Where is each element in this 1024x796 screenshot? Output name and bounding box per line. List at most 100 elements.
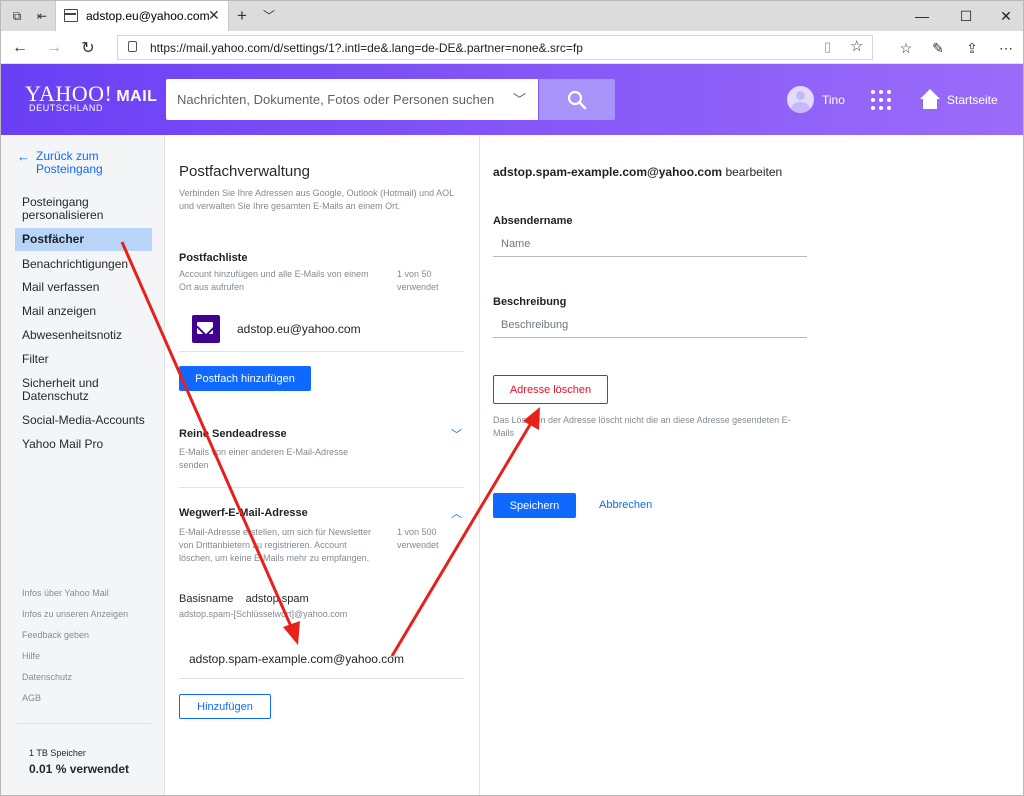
footer-link-help[interactable]: Hilfe [22, 651, 40, 661]
footer-link-privacy[interactable]: Datenschutz [22, 672, 72, 682]
share-icon[interactable]: ⇪ [961, 37, 983, 59]
divider [179, 487, 464, 488]
back-label: Zurück zum Posteingang [36, 149, 103, 176]
tab-close-icon[interactable]: ✕ [208, 7, 220, 24]
editor-title: adstop.spam-example.com@yahoo.com bearbe… [493, 165, 782, 179]
browser-window: ⧉ ⇤ adstop.eu@yahoo.com ✕ + ﹀ — ☐ ✕ ← → … [0, 0, 1024, 796]
lock-icon [128, 41, 137, 52]
refresh-icon[interactable]: ↻ [77, 37, 99, 59]
sidebar-item-vacation[interactable]: Abwesenheitsnotiz [22, 329, 152, 342]
cancel-button[interactable]: Abbrechen [599, 499, 652, 511]
settings-sidebar: ← Zurück zum Posteingang Posteingang per… [1, 135, 165, 795]
yahoo-mail-logo[interactable]: YAHOO! MAIL DEUTSCHLAND [25, 81, 158, 113]
sender-name-input[interactable] [493, 232, 807, 256]
description-label: Beschreibung [493, 296, 567, 308]
footer-link-about[interactable]: Infos über Yahoo Mail [22, 588, 109, 598]
maximize-icon[interactable]: ☐ [949, 1, 983, 31]
chevron-up-icon[interactable]: ︿ [451, 505, 462, 521]
add-address-button[interactable]: Hinzufügen [179, 694, 271, 719]
sidebar-item-security[interactable]: Sicherheit und Datenschutz [22, 377, 132, 403]
mailbox-account[interactable]: adstop.eu@yahoo.com [237, 322, 361, 336]
logo-mail: MAIL [116, 88, 158, 105]
sidebar-item-pro[interactable]: Yahoo Mail Pro [22, 438, 152, 451]
disposable-heading[interactable]: Wegwerf-E-Mail-Adresse [179, 507, 308, 519]
add-mailbox-button[interactable]: Postfach hinzufügen [179, 366, 311, 391]
storage-total: 1 TB Speicher [29, 748, 86, 758]
tab-bar: ⧉ ⇤ adstop.eu@yahoo.com ✕ + ﹀ — ☐ ✕ [1, 1, 1023, 31]
footer-link-terms[interactable]: AGB [22, 693, 41, 703]
new-tab-icon[interactable]: + [237, 6, 247, 26]
avatar[interactable] [787, 86, 814, 113]
arrow-left-icon: ← [17, 149, 30, 164]
description-input[interactable] [493, 313, 807, 337]
url-field[interactable]: https://mail.yahoo.com/d/settings/1?.int… [117, 35, 873, 60]
editor-title-suffix: bearbeiten [725, 165, 783, 179]
disposable-desc: E-Mail-Adresse erstellen, um sich für Ne… [179, 527, 372, 563]
more-icon[interactable]: ⋯ [995, 37, 1017, 59]
mail-header: YAHOO! MAIL DEUTSCHLAND Nachrichten, Doku… [1, 64, 1023, 135]
tab-favicon-icon [64, 9, 78, 22]
tab-preview-icon[interactable]: ⧉ [8, 7, 26, 25]
favorites-icon[interactable]: ☆ [895, 37, 917, 59]
minimize-icon[interactable]: — [905, 1, 939, 31]
search-button[interactable] [539, 79, 615, 120]
sidebar-item-notifications[interactable]: Benachrichtigungen [22, 258, 152, 271]
search-input[interactable]: Nachrichten, Dokumente, Fotos oder Perso… [166, 79, 538, 120]
mailbox-count: 1 von 50 verwendet [397, 269, 439, 292]
mailbox-management-panel: Postfachverwaltung Verbinden Sie Ihre Ad… [165, 135, 480, 795]
basename-pattern: adstop.spam-[Schlüsselwort]@yahoo.com [179, 609, 348, 619]
home-icon[interactable] [919, 88, 941, 110]
sidebar-divider [17, 723, 151, 724]
sender-name-field[interactable] [493, 232, 807, 257]
divider [179, 678, 464, 679]
logo-sub: DEUTSCHLAND [29, 103, 104, 113]
reading-view-icon[interactable]: ▯ [824, 39, 831, 55]
home-link[interactable]: Startseite [947, 93, 998, 107]
intro-text: Verbinden Sie Ihre Adressen aus Google, … [179, 188, 454, 211]
save-button[interactable]: Speichern [493, 493, 576, 518]
chevron-down-icon[interactable]: ﹀ [451, 426, 462, 442]
chevron-down-icon[interactable]: ﹀ [513, 89, 526, 108]
browser-tab[interactable]: adstop.eu@yahoo.com ✕ [55, 1, 229, 31]
user-name[interactable]: Tino [822, 93, 845, 107]
basename-value: adstop.spam [245, 593, 309, 605]
mailbox-list-heading: Postfachliste [179, 252, 248, 264]
forward-icon[interactable]: → [43, 37, 65, 59]
basename-row: Basisname adstop.spam [179, 593, 309, 605]
set-aside-tabs-icon[interactable]: ⇤ [33, 7, 51, 25]
url-text: https://mail.yahoo.com/d/settings/1?.int… [150, 41, 583, 55]
sidebar-item-mailboxes[interactable]: Postfächer [15, 228, 152, 251]
delete-note: Das Löschen der Adresse löscht nicht die… [493, 415, 791, 438]
basename-label: Basisname [179, 593, 234, 605]
divider [179, 351, 464, 352]
address-bar: ← → ↻ https://mail.yahoo.com/d/settings/… [1, 31, 1023, 64]
favorite-star-icon[interactable]: ☆ [850, 37, 863, 55]
sidebar-item-compose[interactable]: Mail verfassen [22, 281, 152, 294]
delete-address-button[interactable]: Adresse löschen [493, 375, 608, 404]
page-title: Postfachverwaltung [179, 163, 310, 180]
footer-link-feedback[interactable]: Feedback geben [22, 630, 89, 640]
back-icon[interactable]: ← [9, 37, 31, 59]
mailbox-envelope-icon [192, 315, 220, 343]
search-placeholder: Nachrichten, Dokumente, Fotos oder Perso… [177, 92, 495, 107]
search-icon [567, 90, 587, 109]
address-editor-panel: adstop.spam-example.com@yahoo.com bearbe… [480, 135, 1023, 795]
sender-name-label: Absendername [493, 215, 573, 227]
sidebar-item-personalize[interactable]: Posteingang personalisieren [22, 196, 152, 222]
tab-list-chevron-icon[interactable]: ﹀ [263, 7, 275, 24]
send-only-desc: E-Mails von einer anderen E-Mail-Adresse… [179, 447, 349, 470]
editor-address: adstop.spam-example.com@yahoo.com [493, 165, 723, 179]
pen-icon[interactable]: ✎ [927, 37, 949, 59]
description-field[interactable] [493, 313, 807, 338]
send-only-heading[interactable]: Reine Sendeadresse [179, 428, 287, 440]
disposable-address[interactable]: adstop.spam-example.com@yahoo.com [189, 652, 404, 666]
sidebar-item-social[interactable]: Social-Media-Accounts [22, 414, 152, 427]
close-icon[interactable]: ✕ [989, 1, 1023, 31]
sidebar-item-filters[interactable]: Filter [22, 353, 152, 366]
footer-link-ads[interactable]: Infos zu unseren Anzeigen [22, 609, 128, 619]
mailbox-list-desc: Account hinzufügen und alle E-Mails von … [179, 269, 369, 292]
disposable-count: 1 von 500 verwendet [397, 527, 439, 550]
sidebar-item-view[interactable]: Mail anzeigen [22, 305, 152, 318]
storage-used: 0.01 % verwendet [29, 762, 130, 776]
apps-grid-icon[interactable] [871, 90, 891, 110]
